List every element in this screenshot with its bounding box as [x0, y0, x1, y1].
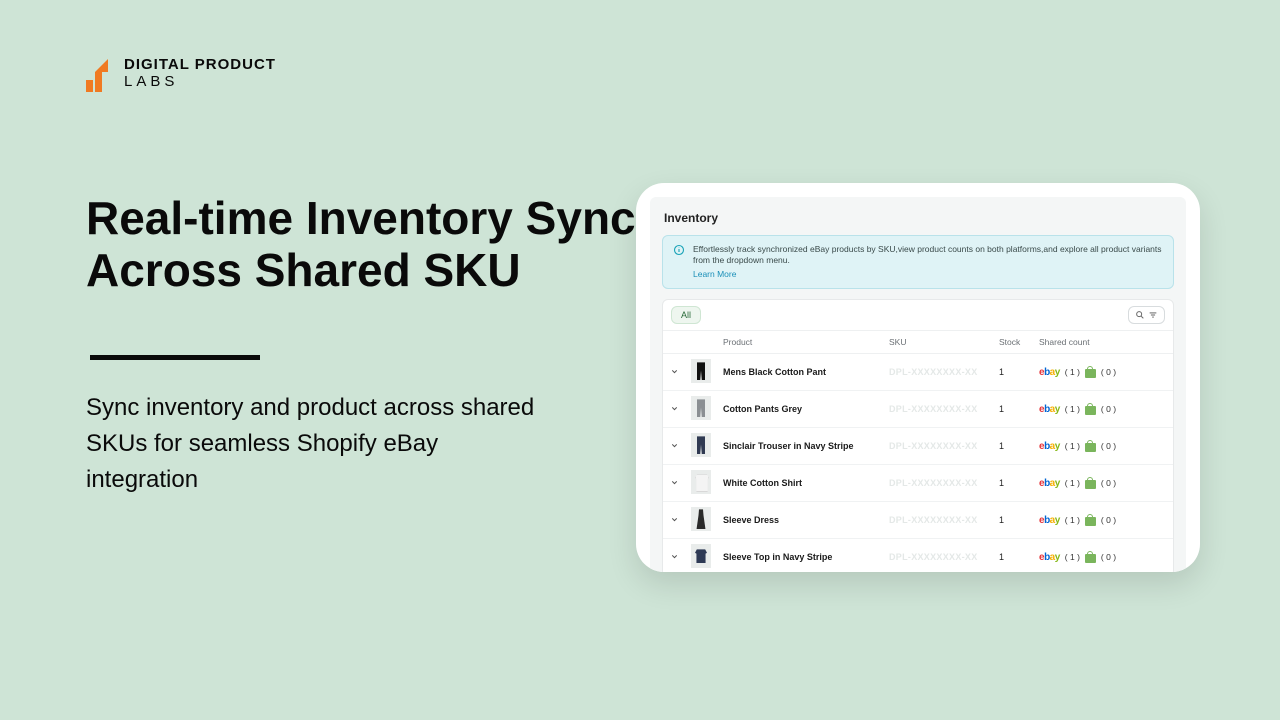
headline-divider — [90, 355, 260, 360]
product-name[interactable]: White Cotton Shirt — [717, 465, 883, 502]
ebay-icon: ebay — [1039, 367, 1060, 378]
col-sku: SKU — [883, 331, 993, 354]
ebay-count: ( 1 ) — [1065, 367, 1080, 377]
ebay-count: ( 1 ) — [1065, 478, 1080, 488]
shared-count-cell: ebay ( 1 ) ( 0 ) — [1039, 551, 1167, 563]
shopify-count: ( 0 ) — [1101, 367, 1116, 377]
product-thumbnail — [691, 359, 711, 383]
chevron-down-icon[interactable] — [670, 405, 679, 415]
shopify-icon — [1085, 440, 1096, 452]
product-thumbnail — [691, 470, 711, 494]
product-stock: 1 — [993, 391, 1033, 428]
app-screenshot-card: Inventory Effortlessly track synchronize… — [636, 183, 1200, 572]
inventory-table: All Produ — [662, 299, 1174, 572]
col-product: Product — [717, 331, 883, 354]
slide-subtitle: Sync inventory and product across shared… — [86, 390, 546, 498]
chevron-down-icon[interactable] — [670, 368, 679, 378]
product-sku: DPL-XXXXXXXX-XX — [883, 391, 993, 428]
learn-more-link[interactable]: Learn More — [693, 269, 1163, 280]
table-header-row: Product SKU Stock Shared count — [663, 331, 1173, 354]
chevron-down-icon[interactable] — [670, 553, 679, 563]
ebay-icon: ebay — [1039, 552, 1060, 563]
search-icon — [1135, 310, 1145, 320]
product-sku: DPL-XXXXXXXX-XX — [883, 354, 993, 391]
product-name[interactable]: Sinclair Trouser in Navy Stripe — [717, 428, 883, 465]
product-stock: 1 — [993, 428, 1033, 465]
product-stock: 1 — [993, 354, 1033, 391]
product-name[interactable]: Sleeve Top in Navy Stripe — [717, 539, 883, 572]
product-thumbnail — [691, 544, 711, 568]
shopify-count: ( 0 ) — [1101, 478, 1116, 488]
page-title: Inventory — [650, 197, 1186, 235]
ebay-count: ( 1 ) — [1065, 552, 1080, 562]
col-stock: Stock — [993, 331, 1033, 354]
info-banner: Effortlessly track synchronized eBay pro… — [662, 235, 1174, 289]
filter-icon — [1148, 310, 1158, 320]
search-filter-button[interactable] — [1128, 306, 1165, 324]
shared-count-cell: ebay ( 1 ) ( 0 ) — [1039, 477, 1167, 489]
ebay-count: ( 1 ) — [1065, 515, 1080, 525]
chevron-down-icon[interactable] — [670, 516, 679, 526]
product-sku: DPL-XXXXXXXX-XX — [883, 502, 993, 539]
product-name[interactable]: Sleeve Dress — [717, 502, 883, 539]
info-text: Effortlessly track synchronized eBay pro… — [693, 244, 1162, 265]
shopify-count: ( 0 ) — [1101, 552, 1116, 562]
shared-count-cell: ebay ( 1 ) ( 0 ) — [1039, 366, 1167, 378]
shopify-icon — [1085, 477, 1096, 489]
table-row: Cotton Pants GreyDPL-XXXXXXXX-XX1 ebay ( 1… — [663, 391, 1173, 428]
slide-headline: Real-time Inventory Sync Across Shared S… — [86, 193, 636, 296]
product-sku: DPL-XXXXXXXX-XX — [883, 539, 993, 572]
product-name[interactable]: Mens Black Cotton Pant — [717, 354, 883, 391]
tab-all[interactable]: All — [671, 306, 701, 324]
shopify-count: ( 0 ) — [1101, 515, 1116, 525]
product-thumbnail — [691, 433, 711, 457]
product-stock: 1 — [993, 539, 1033, 572]
product-name[interactable]: Cotton Pants Grey — [717, 391, 883, 428]
info-icon — [673, 244, 685, 256]
ebay-count: ( 1 ) — [1065, 441, 1080, 451]
brand-name-line2: LABS — [124, 73, 178, 90]
shared-count-cell: ebay ( 1 ) ( 0 ) — [1039, 440, 1167, 452]
shopify-icon — [1085, 403, 1096, 415]
brand-name-line1: DIGITAL PRODUCT — [124, 56, 276, 73]
shopify-icon — [1085, 514, 1096, 526]
shopify-count: ( 0 ) — [1101, 441, 1116, 451]
brand-mark-icon — [86, 56, 114, 92]
product-thumbnail — [691, 396, 711, 420]
shared-count-cell: ebay ( 1 ) ( 0 ) — [1039, 514, 1167, 526]
table-row: Sleeve Top in Navy StripeDPL-XXXXXXXX-XX… — [663, 539, 1173, 572]
product-thumbnail — [691, 507, 711, 531]
shopify-icon — [1085, 551, 1096, 563]
table-row: White Cotton ShirtDPL-XXXXXXXX-XX1 ebay ( … — [663, 465, 1173, 502]
table-row: Mens Black Cotton PantDPL-XXXXXXXX-XX1 eb… — [663, 354, 1173, 391]
ebay-icon: ebay — [1039, 515, 1060, 526]
shopify-icon — [1085, 366, 1096, 378]
shared-count-cell: ebay ( 1 ) ( 0 ) — [1039, 403, 1167, 415]
col-shared: Shared count — [1033, 331, 1173, 354]
shopify-count: ( 0 ) — [1101, 404, 1116, 414]
chevron-down-icon[interactable] — [670, 479, 679, 489]
ebay-count: ( 1 ) — [1065, 404, 1080, 414]
ebay-icon: ebay — [1039, 441, 1060, 452]
product-sku: DPL-XXXXXXXX-XX — [883, 465, 993, 502]
table-row: Sleeve DressDPL-XXXXXXXX-XX1 ebay ( 1 ) ( 0… — [663, 502, 1173, 539]
product-stock: 1 — [993, 465, 1033, 502]
ebay-icon: ebay — [1039, 478, 1060, 489]
product-stock: 1 — [993, 502, 1033, 539]
product-sku: DPL-XXXXXXXX-XX — [883, 428, 993, 465]
chevron-down-icon[interactable] — [670, 442, 679, 452]
table-row: Sinclair Trouser in Navy StripeDPL-XXXXX… — [663, 428, 1173, 465]
ebay-icon: ebay — [1039, 404, 1060, 415]
brand-logo: DIGITAL PRODUCT LABS — [86, 56, 276, 92]
